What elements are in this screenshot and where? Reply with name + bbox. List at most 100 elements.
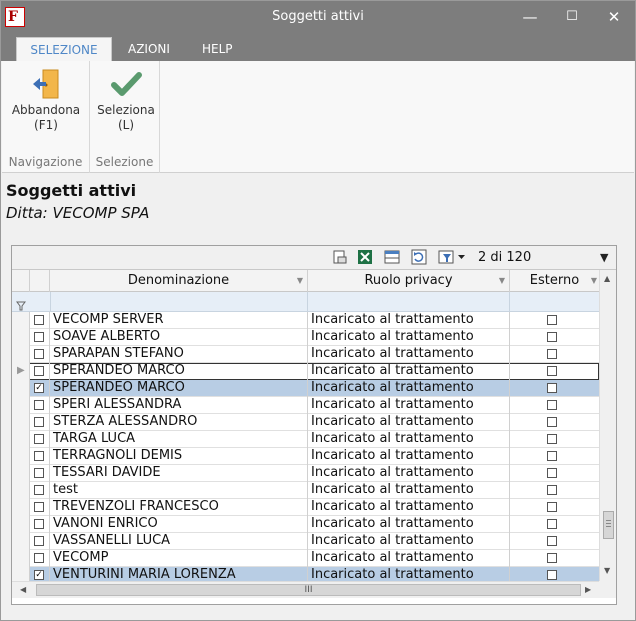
cell-esterno[interactable] [510, 329, 599, 346]
esterno-checkbox[interactable] [547, 485, 557, 495]
row-indicator[interactable] [12, 329, 30, 346]
header-esterno[interactable]: Esterno ▼ [510, 270, 599, 292]
cell-ruolo-privacy[interactable]: Incaricato al trattamento [308, 414, 510, 431]
table-row[interactable]: VECOMP Incaricato al trattamento [12, 550, 599, 567]
table-row[interactable]: SPARAPAN STEFANO Incaricato al trattament… [12, 346, 599, 363]
esterno-checkbox[interactable] [547, 332, 557, 342]
row-indicator[interactable] [12, 414, 30, 431]
row-select-checkbox[interactable] [34, 553, 44, 563]
row-indicator[interactable] [12, 533, 30, 550]
esterno-checkbox[interactable] [547, 553, 557, 563]
esterno-checkbox[interactable] [547, 349, 557, 359]
row-select-checkbox[interactable]: ✓ [34, 383, 44, 393]
row-indicator[interactable]: ▶ [12, 363, 30, 380]
row-select-cell[interactable] [30, 533, 50, 550]
esterno-checkbox[interactable] [547, 400, 557, 410]
cell-denominazione[interactable]: SPERI ALESSANDRA [50, 397, 308, 414]
cell-denominazione[interactable]: STERZA ALESSANDRO [50, 414, 308, 431]
cell-esterno[interactable] [510, 465, 599, 482]
row-indicator[interactable] [12, 550, 30, 567]
horizontal-scroll-thumb[interactable]: III [36, 584, 581, 596]
maximize-button[interactable]: ☐ [551, 1, 593, 33]
cell-esterno[interactable] [510, 363, 599, 380]
esterno-checkbox[interactable] [547, 383, 557, 393]
row-select-cell[interactable] [30, 312, 50, 329]
row-indicator[interactable] [12, 312, 30, 329]
cell-denominazione[interactable]: SPERANDEO MARCO [50, 380, 308, 397]
esterno-checkbox[interactable] [547, 502, 557, 512]
cell-denominazione[interactable]: TERRAGNOLI DEMIS [50, 448, 308, 465]
header-ruolo-privacy[interactable]: Ruolo privacy ▼ [308, 270, 510, 292]
esterno-checkbox[interactable] [547, 570, 557, 580]
table-row[interactable]: TREVENZOLI FRANCESCO Incaricato al tratta… [12, 499, 599, 516]
tab-azioni[interactable]: AZIONI [128, 37, 170, 61]
row-select-checkbox[interactable] [34, 417, 44, 427]
row-select-cell[interactable] [30, 550, 50, 567]
row-indicator[interactable] [12, 346, 30, 363]
cell-esterno[interactable] [510, 499, 599, 516]
esterno-checkbox[interactable] [547, 315, 557, 325]
cell-denominazione[interactable]: TARGA LUCA [50, 431, 308, 448]
table-row[interactable]: test Incaricato al trattamento [12, 482, 599, 499]
table-row[interactable]: SPERI ALESSANDRA Incaricato al trattament… [12, 397, 599, 414]
cell-ruolo-privacy[interactable]: Incaricato al trattamento [308, 380, 510, 397]
table-row[interactable]: VECOMP SERVER Incaricato al trattamento [12, 312, 599, 329]
vertical-scrollbar[interactable]: ▲ ▼ [599, 270, 616, 581]
table-row[interactable]: ✓ SPERANDEO MARCO Incaricato al trattament… [12, 380, 599, 397]
table-row[interactable]: SOAVE ALBERTO Incaricato al trattamento [12, 329, 599, 346]
vertical-scroll-thumb[interactable] [603, 511, 614, 539]
row-select-checkbox[interactable] [34, 519, 44, 529]
cell-denominazione[interactable]: VANONI ENRICO [50, 516, 308, 533]
cell-ruolo-privacy[interactable]: Incaricato al trattamento [308, 312, 510, 329]
cell-ruolo-privacy[interactable]: Incaricato al trattamento [308, 499, 510, 516]
row-indicator[interactable] [12, 516, 30, 533]
refresh-icon[interactable] [411, 249, 427, 265]
row-select-cell[interactable] [30, 482, 50, 499]
row-select-cell[interactable] [30, 465, 50, 482]
row-select-checkbox[interactable]: ✓ [34, 570, 44, 580]
row-select-checkbox[interactable] [34, 434, 44, 444]
row-select-checkbox[interactable] [34, 468, 44, 478]
print-preview-icon[interactable] [332, 249, 348, 265]
close-button[interactable]: ✕ [593, 1, 635, 33]
cell-esterno[interactable] [510, 414, 599, 431]
row-indicator[interactable] [12, 448, 30, 465]
row-select-checkbox[interactable] [34, 400, 44, 410]
cell-denominazione[interactable]: TESSARI DAVIDE [50, 465, 308, 482]
row-select-cell[interactable] [30, 499, 50, 516]
scroll-down-icon[interactable]: ▼ [604, 566, 610, 575]
title-bar[interactable]: F Soggetti attivi — ☐ ✕ [1, 1, 635, 33]
scroll-up-icon[interactable]: ▲ [604, 274, 610, 283]
cell-ruolo-privacy[interactable]: Incaricato al trattamento [308, 533, 510, 550]
cell-denominazione[interactable]: SPERANDEO MARCO [50, 363, 308, 380]
row-indicator[interactable] [12, 499, 30, 516]
filter-ruolo-privacy[interactable] [308, 292, 510, 312]
column-menu-icon[interactable]: ▼ [297, 270, 303, 292]
esterno-checkbox[interactable] [547, 451, 557, 461]
row-indicator[interactable] [12, 431, 30, 448]
table-row[interactable]: TESSARI DAVIDE Incaricato al trattamento [12, 465, 599, 482]
cell-ruolo-privacy[interactable]: Incaricato al trattamento [308, 397, 510, 414]
cell-ruolo-privacy[interactable]: Incaricato al trattamento [308, 431, 510, 448]
filter-denominazione[interactable] [50, 292, 308, 312]
scroll-right-icon[interactable]: ▶ [585, 585, 591, 594]
esterno-checkbox[interactable] [547, 366, 557, 376]
minimize-button[interactable]: — [509, 1, 551, 33]
seleziona-button[interactable]: Seleziona (L) [94, 67, 158, 133]
table-row[interactable]: TARGA LUCA Incaricato al trattamento [12, 431, 599, 448]
cell-esterno[interactable] [510, 346, 599, 363]
cell-esterno[interactable] [510, 431, 599, 448]
abbandona-button[interactable]: Abbandona (F1) [6, 67, 86, 133]
scroll-left-icon[interactable]: ◀ [20, 585, 26, 594]
cell-ruolo-privacy[interactable]: Incaricato al trattamento [308, 550, 510, 567]
filter-row[interactable] [12, 292, 599, 312]
cell-denominazione[interactable]: VECOMP [50, 550, 308, 567]
cell-ruolo-privacy[interactable]: Incaricato al trattamento [308, 363, 510, 380]
row-select-checkbox[interactable] [34, 315, 44, 325]
cell-esterno[interactable] [510, 550, 599, 567]
cell-esterno[interactable] [510, 380, 599, 397]
table-row[interactable]: ▶ SPERANDEO MARCO Incaricato al trattament… [12, 363, 599, 380]
row-select-checkbox[interactable] [34, 366, 44, 376]
column-menu-icon[interactable]: ▼ [591, 270, 597, 292]
row-select-cell[interactable] [30, 431, 50, 448]
